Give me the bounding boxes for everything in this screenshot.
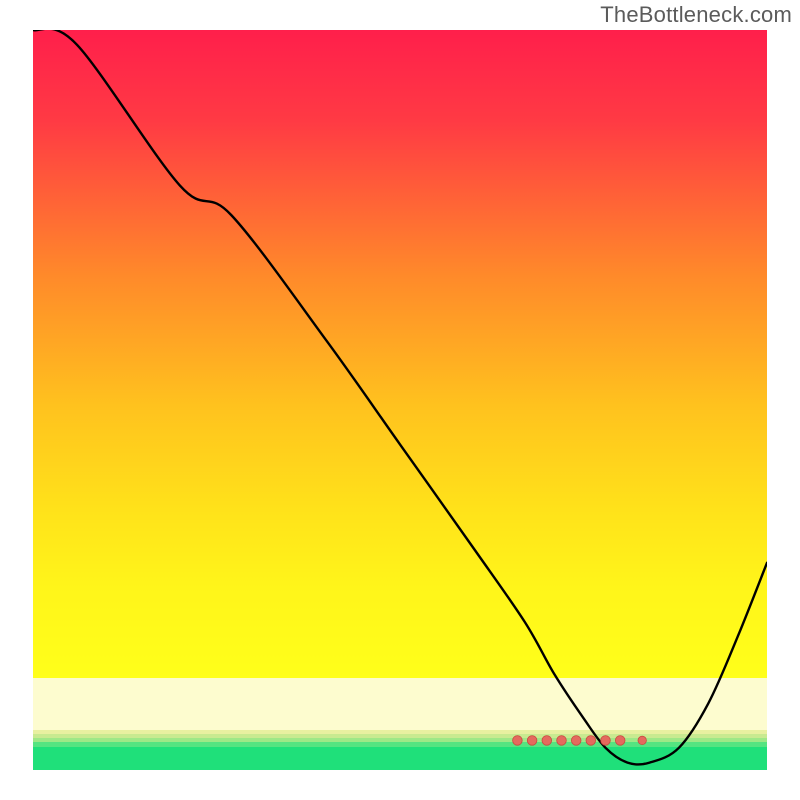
marker-dot xyxy=(615,736,625,746)
marker-dot xyxy=(586,736,596,746)
plot-area xyxy=(33,30,767,770)
marker-dot xyxy=(513,736,523,746)
marker-dot xyxy=(601,736,611,746)
marker-dot xyxy=(571,736,581,746)
watermark-text: TheBottleneck.com xyxy=(600,2,792,28)
transition-strip-1 xyxy=(33,730,767,734)
marker-dot xyxy=(557,736,567,746)
chart-svg xyxy=(33,30,767,770)
transition-strip-3 xyxy=(33,738,767,742)
marker-dot xyxy=(638,736,646,744)
chart-container: TheBottleneck.com xyxy=(0,0,800,800)
marker-dot xyxy=(542,736,552,746)
pale-band xyxy=(33,678,767,730)
transition-strip-4 xyxy=(33,742,767,747)
gradient-background xyxy=(33,30,767,678)
marker-dot xyxy=(527,736,537,746)
transition-strip-2 xyxy=(33,734,767,738)
green-band xyxy=(33,747,767,770)
